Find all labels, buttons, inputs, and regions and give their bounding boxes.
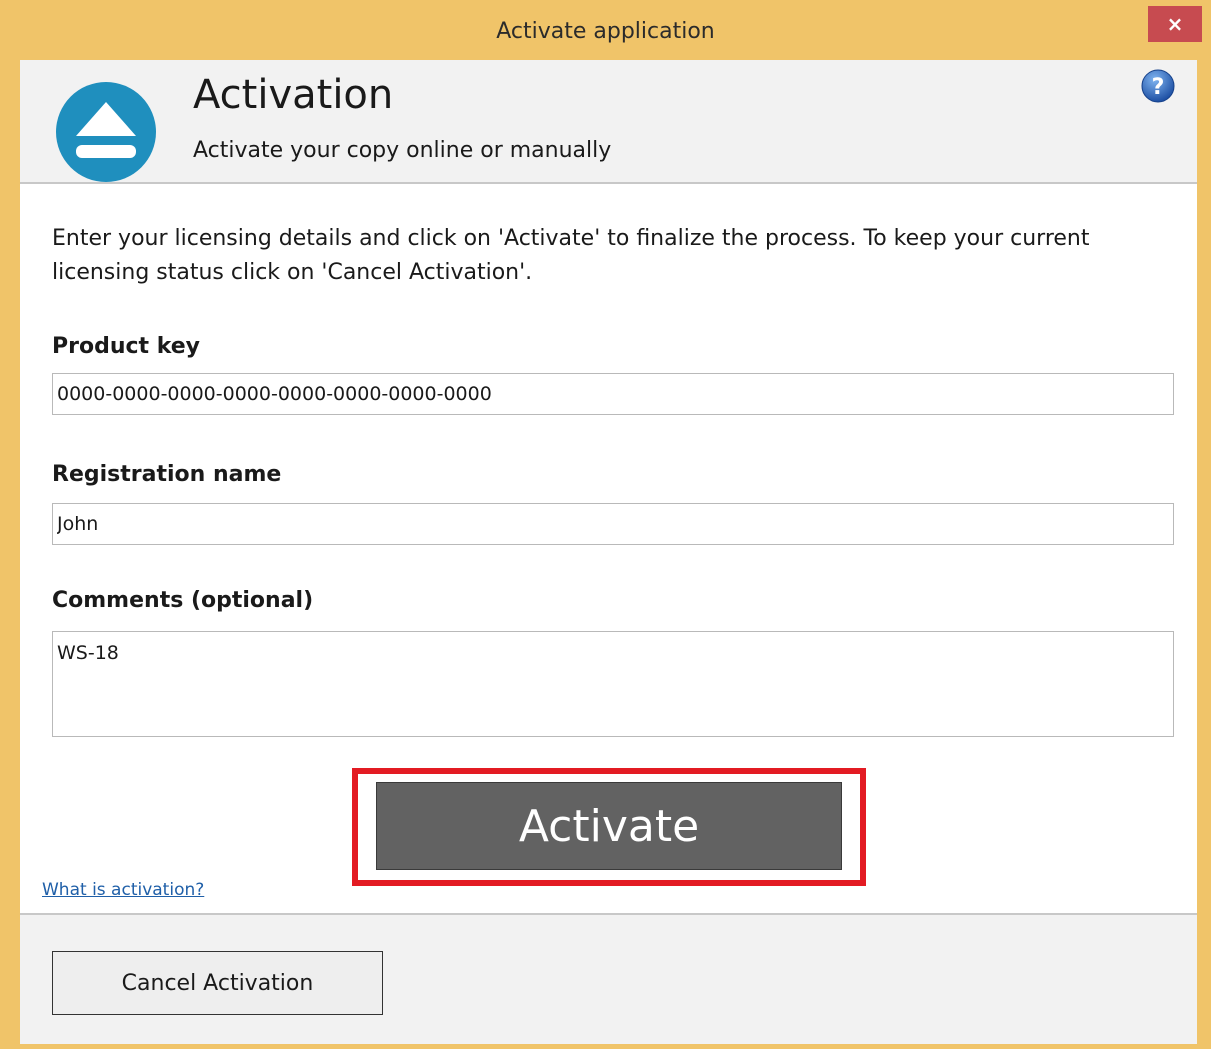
dialog-client-area: Activation Activate your copy online or …	[20, 60, 1197, 1044]
product-key-label: Product key	[52, 334, 201, 359]
instructions-text: Enter your licensing details and click o…	[52, 226, 1090, 285]
page-title: Activation	[193, 72, 394, 118]
activate-button[interactable]: Activate	[376, 782, 842, 870]
page-subtitle: Activate your copy online or manually	[193, 138, 612, 163]
help-question-icon[interactable]: ?	[1140, 68, 1176, 104]
registration-name-input[interactable]	[52, 503, 1174, 545]
comments-textarea[interactable]: WS-18	[52, 631, 1174, 737]
header-panel: Activation Activate your copy online or …	[20, 60, 1197, 184]
product-key-input[interactable]	[52, 373, 1174, 415]
title-bar[interactable]: Activate application ×	[0, 0, 1211, 60]
window-title: Activate application	[496, 19, 715, 44]
cancel-activation-button[interactable]: Cancel Activation	[52, 951, 383, 1015]
close-icon: ×	[1166, 12, 1184, 36]
svg-text:?: ?	[1152, 75, 1165, 100]
footer-panel: Cancel Activation	[20, 913, 1197, 1044]
comments-label: Comments (optional)	[52, 588, 314, 613]
close-button[interactable]: ×	[1148, 6, 1202, 42]
activate-application-window: Activate application × Activation Activa…	[0, 0, 1211, 1049]
what-is-activation-link[interactable]: What is activation?	[42, 880, 204, 900]
eject-icon	[56, 82, 156, 182]
registration-name-label: Registration name	[52, 462, 282, 487]
